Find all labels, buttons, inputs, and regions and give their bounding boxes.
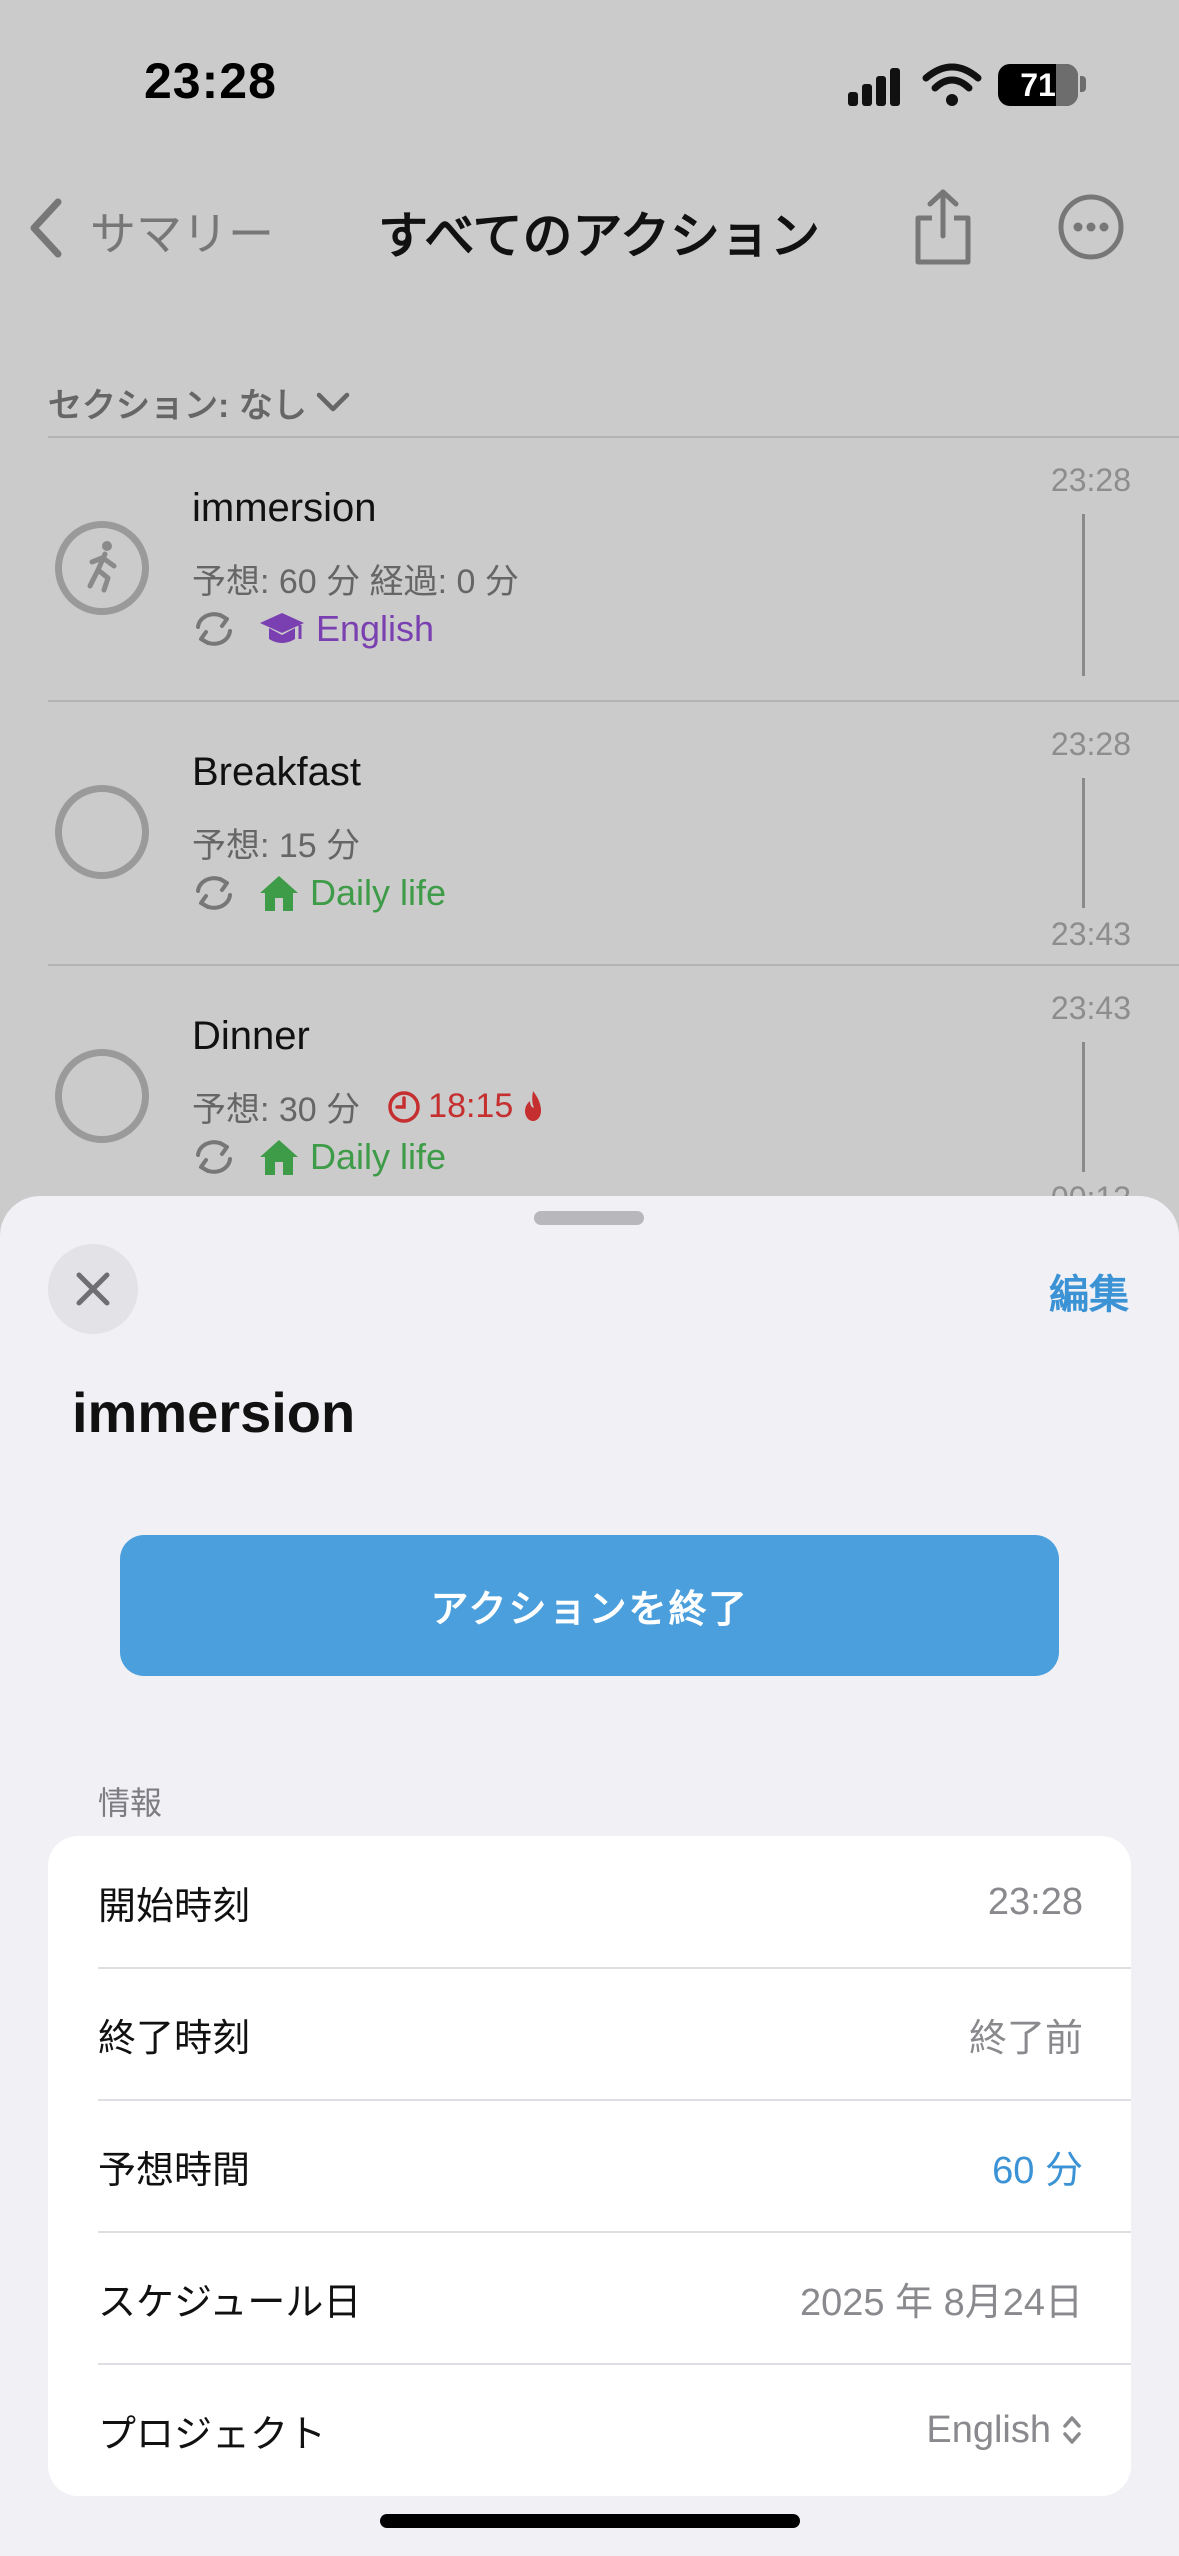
sheet-grabber[interactable] (534, 1211, 644, 1225)
home-indicator (380, 2514, 800, 2528)
info-key: 予想時間 (98, 2149, 251, 2192)
battery-indicator: 71 (998, 64, 1078, 106)
timeline-line (1082, 1042, 1085, 1172)
info-value: 終了前 (968, 2017, 1083, 2060)
close-button[interactable] (48, 1244, 138, 1334)
wifi-icon (922, 63, 982, 106)
clock-icon (388, 1090, 420, 1123)
house-icon (260, 876, 298, 911)
action-title: Breakfast (192, 750, 361, 794)
project-picker[interactable]: English (926, 2409, 1083, 2452)
more-options-icon[interactable] (1056, 192, 1126, 262)
action-meta: 予想: 60 分 経過: 0 分 (192, 563, 519, 601)
info-row-start-time[interactable]: 開始時刻 23:28 (48, 1836, 1131, 1968)
chevron-left-icon[interactable] (24, 196, 68, 260)
edit-button[interactable]: 編集 (1049, 1262, 1129, 1320)
action-meta: 予想: 30 分 (192, 1091, 361, 1129)
finish-action-button[interactable]: アクションを終了 (120, 1535, 1059, 1676)
repeat-icon (196, 612, 232, 646)
info-row-estimated-time[interactable]: 予想時間 60 分 (48, 2100, 1131, 2232)
action-status-circle[interactable] (55, 1049, 149, 1143)
info-section-header: 情報 (98, 1785, 163, 1821)
project-tag: English (316, 608, 435, 649)
action-status-circle[interactable] (55, 521, 149, 615)
running-person-icon (87, 541, 117, 593)
action-start-time: 23:28 (1050, 726, 1131, 762)
info-value: 60 分 (992, 2149, 1083, 2192)
info-key: プロジェクト (98, 2413, 327, 2456)
action-end-time: 23:43 (1050, 916, 1131, 952)
house-icon (260, 1140, 298, 1175)
status-time: 23:28 (144, 53, 277, 109)
section-selector[interactable]: セクション: なし (48, 378, 351, 427)
project-tag: Daily life (310, 1136, 447, 1177)
info-key: 終了時刻 (98, 2017, 251, 2060)
page-title: すべてのアクション (378, 208, 820, 264)
info-value: English (926, 2408, 1051, 2451)
share-icon[interactable] (908, 186, 978, 268)
action-row-dinner[interactable]: Dinner 予想: 30 分 18:15 Daily life 23:43 (0, 966, 1179, 1228)
info-row-project[interactable]: プロジェクト English (48, 2364, 1131, 2496)
flame-icon (525, 1090, 542, 1121)
sheet-title: immersion (72, 1381, 356, 1444)
section-selector-label: セクション: なし (48, 387, 307, 425)
close-icon (76, 1272, 110, 1306)
action-title: Dinner (192, 1014, 310, 1058)
action-start-time: 23:28 (1050, 462, 1131, 498)
timeline-line (1082, 514, 1085, 676)
chevron-down-icon (316, 392, 350, 411)
cellular-signal-icon (848, 68, 900, 106)
battery-cap (1080, 76, 1086, 92)
action-title: immersion (192, 486, 377, 530)
info-row-end-time[interactable]: 終了時刻 終了前 (48, 1968, 1131, 2100)
repeat-icon (196, 1140, 232, 1174)
chevron-up-down-icon (1063, 2416, 1081, 2444)
timeline-line (1082, 778, 1085, 908)
action-status-circle[interactable] (55, 785, 149, 879)
info-value: 2025 年 8月24日 (799, 2281, 1083, 2324)
action-start-time: 23:43 (1050, 990, 1131, 1026)
action-meta: 予想: 15 分 (192, 827, 361, 865)
info-key: 開始時刻 (98, 1885, 251, 1928)
info-value: 23:28 (987, 1880, 1083, 1923)
repeat-icon (196, 876, 232, 910)
deadline-time: 18:15 (428, 1087, 514, 1125)
project-tag: Daily life (310, 872, 447, 913)
info-row-schedule-date[interactable]: スケジュール日 2025 年 8月24日 (48, 2232, 1131, 2364)
info-key: スケジュール日 (98, 2281, 362, 2324)
action-row-immersion[interactable]: immersion 予想: 60 分 経過: 0 分 English 23:28 (0, 438, 1179, 700)
action-row-breakfast[interactable]: Breakfast 予想: 15 分 Daily life 23:28 23:4… (0, 702, 1179, 964)
graduation-cap-icon (260, 613, 304, 643)
back-button[interactable]: サマリー (90, 198, 274, 264)
info-card: 開始時刻 23:28 終了時刻 終了前 予想時間 60 分 スケジュール日 20… (48, 1836, 1131, 2496)
